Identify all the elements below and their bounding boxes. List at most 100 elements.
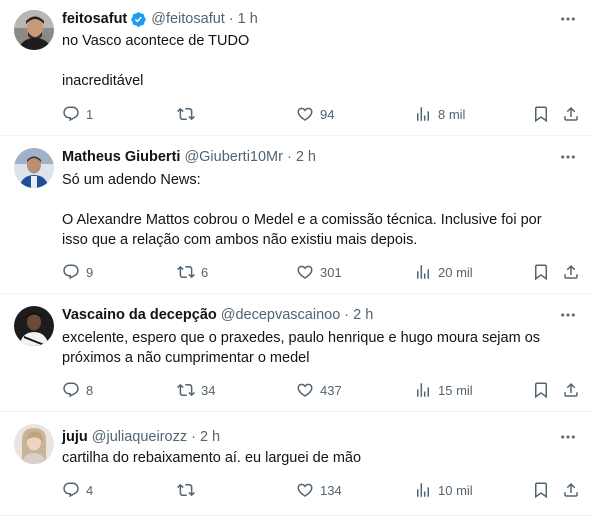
tweet[interactable]: feitosafut @feitosafut · 1 h no Vasco ac… xyxy=(0,0,594,136)
tweet-time[interactable]: 2 h xyxy=(353,305,373,325)
tweet-text-line xyxy=(62,190,574,210)
bookmark-icon xyxy=(535,382,547,399)
author-name[interactable]: feitosafut xyxy=(62,9,127,29)
views-button[interactable]: 10 mil xyxy=(414,480,473,500)
more-icon[interactable] xyxy=(558,9,578,29)
views-button[interactable]: 8 mil xyxy=(414,104,465,124)
tweet[interactable]: Matheus Giuberti @Giuberti10Mr · 2 h Só … xyxy=(0,136,594,294)
retweet-icon xyxy=(177,265,195,279)
views-count: 10 mil xyxy=(438,482,473,498)
reply-button[interactable]: 9 xyxy=(62,262,93,282)
like-icon xyxy=(297,265,313,279)
more-icon[interactable] xyxy=(558,427,578,447)
more-icon[interactable] xyxy=(558,147,578,167)
author-name[interactable]: juju xyxy=(62,427,88,447)
like-count: 437 xyxy=(320,382,342,398)
views-count: 8 mil xyxy=(438,106,466,122)
tweet-time[interactable]: 2 h xyxy=(200,427,220,447)
retweet-button[interactable]: 6 xyxy=(177,262,208,282)
avatar[interactable] xyxy=(14,424,54,464)
tweet-text-line: no Vasco acontece de TUDO xyxy=(62,33,250,49)
share-icon xyxy=(564,106,578,121)
views-button[interactable]: 15 mil xyxy=(414,380,473,400)
like-icon xyxy=(297,383,313,397)
bookmark-icon xyxy=(535,106,547,123)
retweet-count: 6 xyxy=(201,264,209,280)
views-icon xyxy=(417,107,429,121)
views-button[interactable]: 20 mil xyxy=(414,262,473,282)
author-name[interactable]: Vascaino da decepção xyxy=(62,305,217,325)
tweet-text-line xyxy=(62,51,574,71)
author-handle[interactable]: @decepvascainoo xyxy=(221,305,341,325)
reply-icon xyxy=(63,382,79,398)
views-count: 15 mil xyxy=(438,382,473,398)
tweet-actions: 1 94 8 mil xyxy=(62,104,582,124)
tweet-actions: 8 34 437 15 mil xyxy=(62,380,582,400)
like-count: 301 xyxy=(320,264,342,280)
bookmark-button[interactable] xyxy=(532,104,550,124)
separator-dot: · xyxy=(344,307,350,323)
reply-button[interactable]: 8 xyxy=(62,380,93,400)
reply-button[interactable]: 4 xyxy=(62,480,93,500)
reply-icon xyxy=(63,106,79,122)
retweet-button[interactable] xyxy=(177,480,201,500)
separator-dot: · xyxy=(191,429,196,445)
bookmark-button[interactable] xyxy=(532,480,550,500)
tweet-text-line: excelente, espero que o praxedes, paulo … xyxy=(62,330,541,346)
bookmark-button[interactable] xyxy=(532,380,550,400)
reply-button[interactable]: 1 xyxy=(62,104,93,124)
views-icon xyxy=(417,265,429,279)
share-icon xyxy=(564,382,578,397)
like-button[interactable]: 94 xyxy=(296,104,334,124)
views-icon xyxy=(417,383,429,397)
like-button[interactable]: 134 xyxy=(296,480,342,500)
tweet-text-line: inacreditável xyxy=(62,73,144,89)
more-icon[interactable] xyxy=(558,305,578,325)
views-icon xyxy=(417,483,429,497)
author-handle[interactable]: @Giuberti10Mr xyxy=(184,147,283,167)
tweet-text-line: Só um adendo News: xyxy=(62,172,201,188)
avatar[interactable] xyxy=(14,148,54,188)
reply-count: 8 xyxy=(86,382,94,398)
tweet-header: feitosafut @feitosafut · 1 h xyxy=(62,9,550,29)
reply-count: 9 xyxy=(86,264,94,280)
author-handle[interactable]: @feitosafut xyxy=(151,9,225,29)
retweet-icon xyxy=(177,383,195,397)
tweet-text-line: cartilha do rebaixamento aí. eu larguei … xyxy=(62,450,362,466)
reply-count: 4 xyxy=(86,482,94,498)
reply-icon xyxy=(63,482,79,498)
share-icon xyxy=(564,482,578,497)
tweet-actions: 4 134 10 mil xyxy=(62,480,582,500)
tweet-header: juju @juliaqueirozz · 2 h xyxy=(62,427,550,447)
retweet-button[interactable]: 34 xyxy=(177,380,215,400)
share-button[interactable] xyxy=(562,380,580,400)
avatar[interactable] xyxy=(14,10,54,50)
tweet-time[interactable]: 1 h xyxy=(238,9,258,29)
tweet-text-line: isso que a relação com ambos não existiu… xyxy=(62,232,418,248)
tweet-time[interactable]: 2 h xyxy=(296,147,316,167)
separator-dot: · xyxy=(286,149,292,165)
bookmark-icon xyxy=(535,264,547,281)
share-button[interactable] xyxy=(562,262,580,282)
reply-count: 1 xyxy=(86,106,94,122)
like-button[interactable]: 437 xyxy=(296,380,342,400)
bookmark-button[interactable] xyxy=(532,262,550,282)
retweet-button[interactable] xyxy=(177,104,201,124)
tweet-actions: 9 6 301 20 mil xyxy=(62,262,582,282)
share-button[interactable] xyxy=(562,104,580,124)
reply-icon xyxy=(63,264,79,280)
avatar[interactable] xyxy=(14,306,54,346)
tweet-text: no Vasco acontece de TUDO inacreditável xyxy=(62,31,574,91)
tweet-text: cartilha do rebaixamento aí. eu larguei … xyxy=(62,448,574,468)
author-name[interactable]: Matheus Giuberti xyxy=(62,147,180,167)
share-button[interactable] xyxy=(562,480,580,500)
author-handle[interactable]: @juliaqueirozz xyxy=(92,427,187,447)
tweet[interactable]: Vascaino da decepção @decepvascainoo · 2… xyxy=(0,294,594,412)
retweet-count: 34 xyxy=(201,382,216,398)
tweet-text: excelente, espero que o praxedes, paulo … xyxy=(62,328,574,368)
tweet[interactable]: juju @juliaqueirozz · 2 h cartilha do re… xyxy=(0,412,594,516)
views-count: 20 mil xyxy=(438,264,473,280)
like-button[interactable]: 301 xyxy=(296,262,342,282)
tweet-text-line: próximos a não cumprimentar o medel xyxy=(62,350,310,366)
like-count: 134 xyxy=(320,482,342,498)
